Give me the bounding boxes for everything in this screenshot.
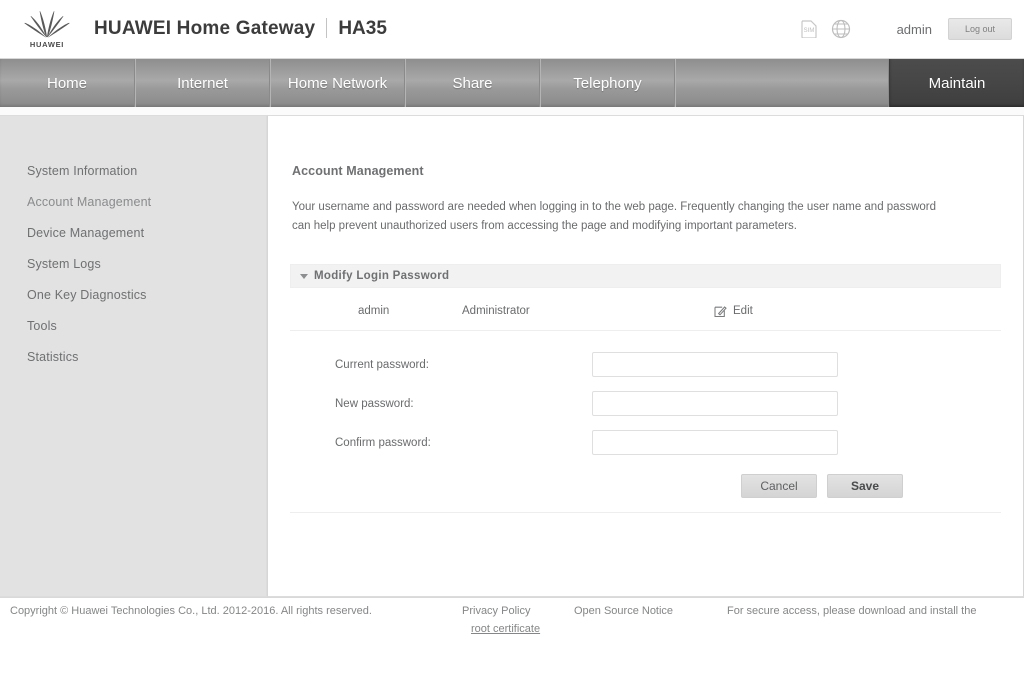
confirm-password-input[interactable] [592,430,838,455]
account-username: admin [358,305,390,317]
page-body: System Information Account Management De… [0,107,1024,597]
device-model: HA35 [338,18,387,39]
brand-area: HUAWEI Home Gateway HA35 [80,18,387,40]
nav-spacer [675,59,889,107]
section-header-label: Modify Login Password [314,270,450,282]
content-description: Your username and password are needed wh… [292,201,937,232]
new-password-input[interactable] [592,391,838,416]
content-heading: Account Management [292,164,424,178]
sidebar-item-system-information[interactable]: System Information [0,156,266,187]
footer-open-source-notice-link[interactable]: Open Source Notice [574,605,673,617]
sidebar-item-statistics[interactable]: Statistics [0,342,266,373]
header-right-controls: SIM admin Log out [800,18,1024,40]
chevron-down-icon [300,273,308,279]
huawei-logo: HUAWEI [14,9,80,49]
form-actions: Cancel Save [290,474,1001,513]
footer-copyright: Copyright © Huawei Technologies Co., Ltd… [10,605,372,617]
form-row-confirm-password: Confirm password: [290,423,1001,462]
sidebar-item-system-logs[interactable]: System Logs [0,249,266,280]
account-role: Administrator [462,305,530,317]
sim-card-icon[interactable]: SIM [800,20,817,38]
account-row: admin Administrator Edit [290,288,1001,331]
sidebar-menu: System Information Account Management De… [0,115,267,597]
current-password-input[interactable] [592,352,838,377]
sidebar-item-device-management[interactable]: Device Management [0,218,266,249]
current-user-label: admin [896,21,932,37]
nav-tab-share[interactable]: Share [405,59,540,107]
footer-secure-access-text: For secure access, please download and i… [727,605,977,617]
nav-tab-home[interactable]: Home [0,59,135,107]
footer-root-certificate-link[interactable]: root certificate [471,623,540,635]
huawei-wordmark: HUAWEI [29,40,65,49]
page-footer: Copyright © Huawei Technologies Co., Ltd… [0,597,1024,681]
footer-privacy-policy-link[interactable]: Privacy Policy [462,605,530,617]
form-row-new-password: New password: [290,384,1001,423]
sidebar-item-one-key-diagnostics[interactable]: One Key Diagnostics [0,280,266,311]
new-password-label: New password: [335,397,414,410]
content-panel: Account Management Your username and pas… [267,115,1024,597]
sidebar-item-tools[interactable]: Tools [0,311,266,342]
main-navigation: Home Internet Home Network Share Telepho… [0,58,1024,107]
brand-divider [326,18,328,38]
save-button[interactable]: Save [827,474,903,498]
huawei-flower-icon [24,11,70,38]
nav-tab-home-network[interactable]: Home Network [270,59,405,107]
edit-label: Edit [733,305,753,317]
app-header: HUAWEI HUAWEI Home Gateway HA35 SIM admin… [0,0,1024,58]
nav-tab-telephony[interactable]: Telephony [540,59,675,107]
cancel-button[interactable]: Cancel [741,474,817,498]
sidebar-item-account-management[interactable]: Account Management [0,187,266,218]
form-row-current-password: Current password: [290,345,1001,384]
nav-tab-maintain[interactable]: Maintain [889,59,1024,107]
modify-login-password-section-header[interactable]: Modify Login Password [290,264,1001,288]
current-password-label: Current password: [335,358,429,371]
logout-button[interactable]: Log out [948,18,1012,40]
nav-tab-internet[interactable]: Internet [135,59,270,107]
edit-pencil-icon [714,305,727,317]
confirm-password-label: Confirm password: [335,436,431,449]
edit-account-button[interactable]: Edit [714,305,753,318]
svg-text:SIM: SIM [803,28,814,34]
globe-icon[interactable] [831,19,851,39]
password-form: Current password: New password: Confirm … [290,331,1001,462]
page-title: HUAWEI Home Gateway [94,18,316,39]
